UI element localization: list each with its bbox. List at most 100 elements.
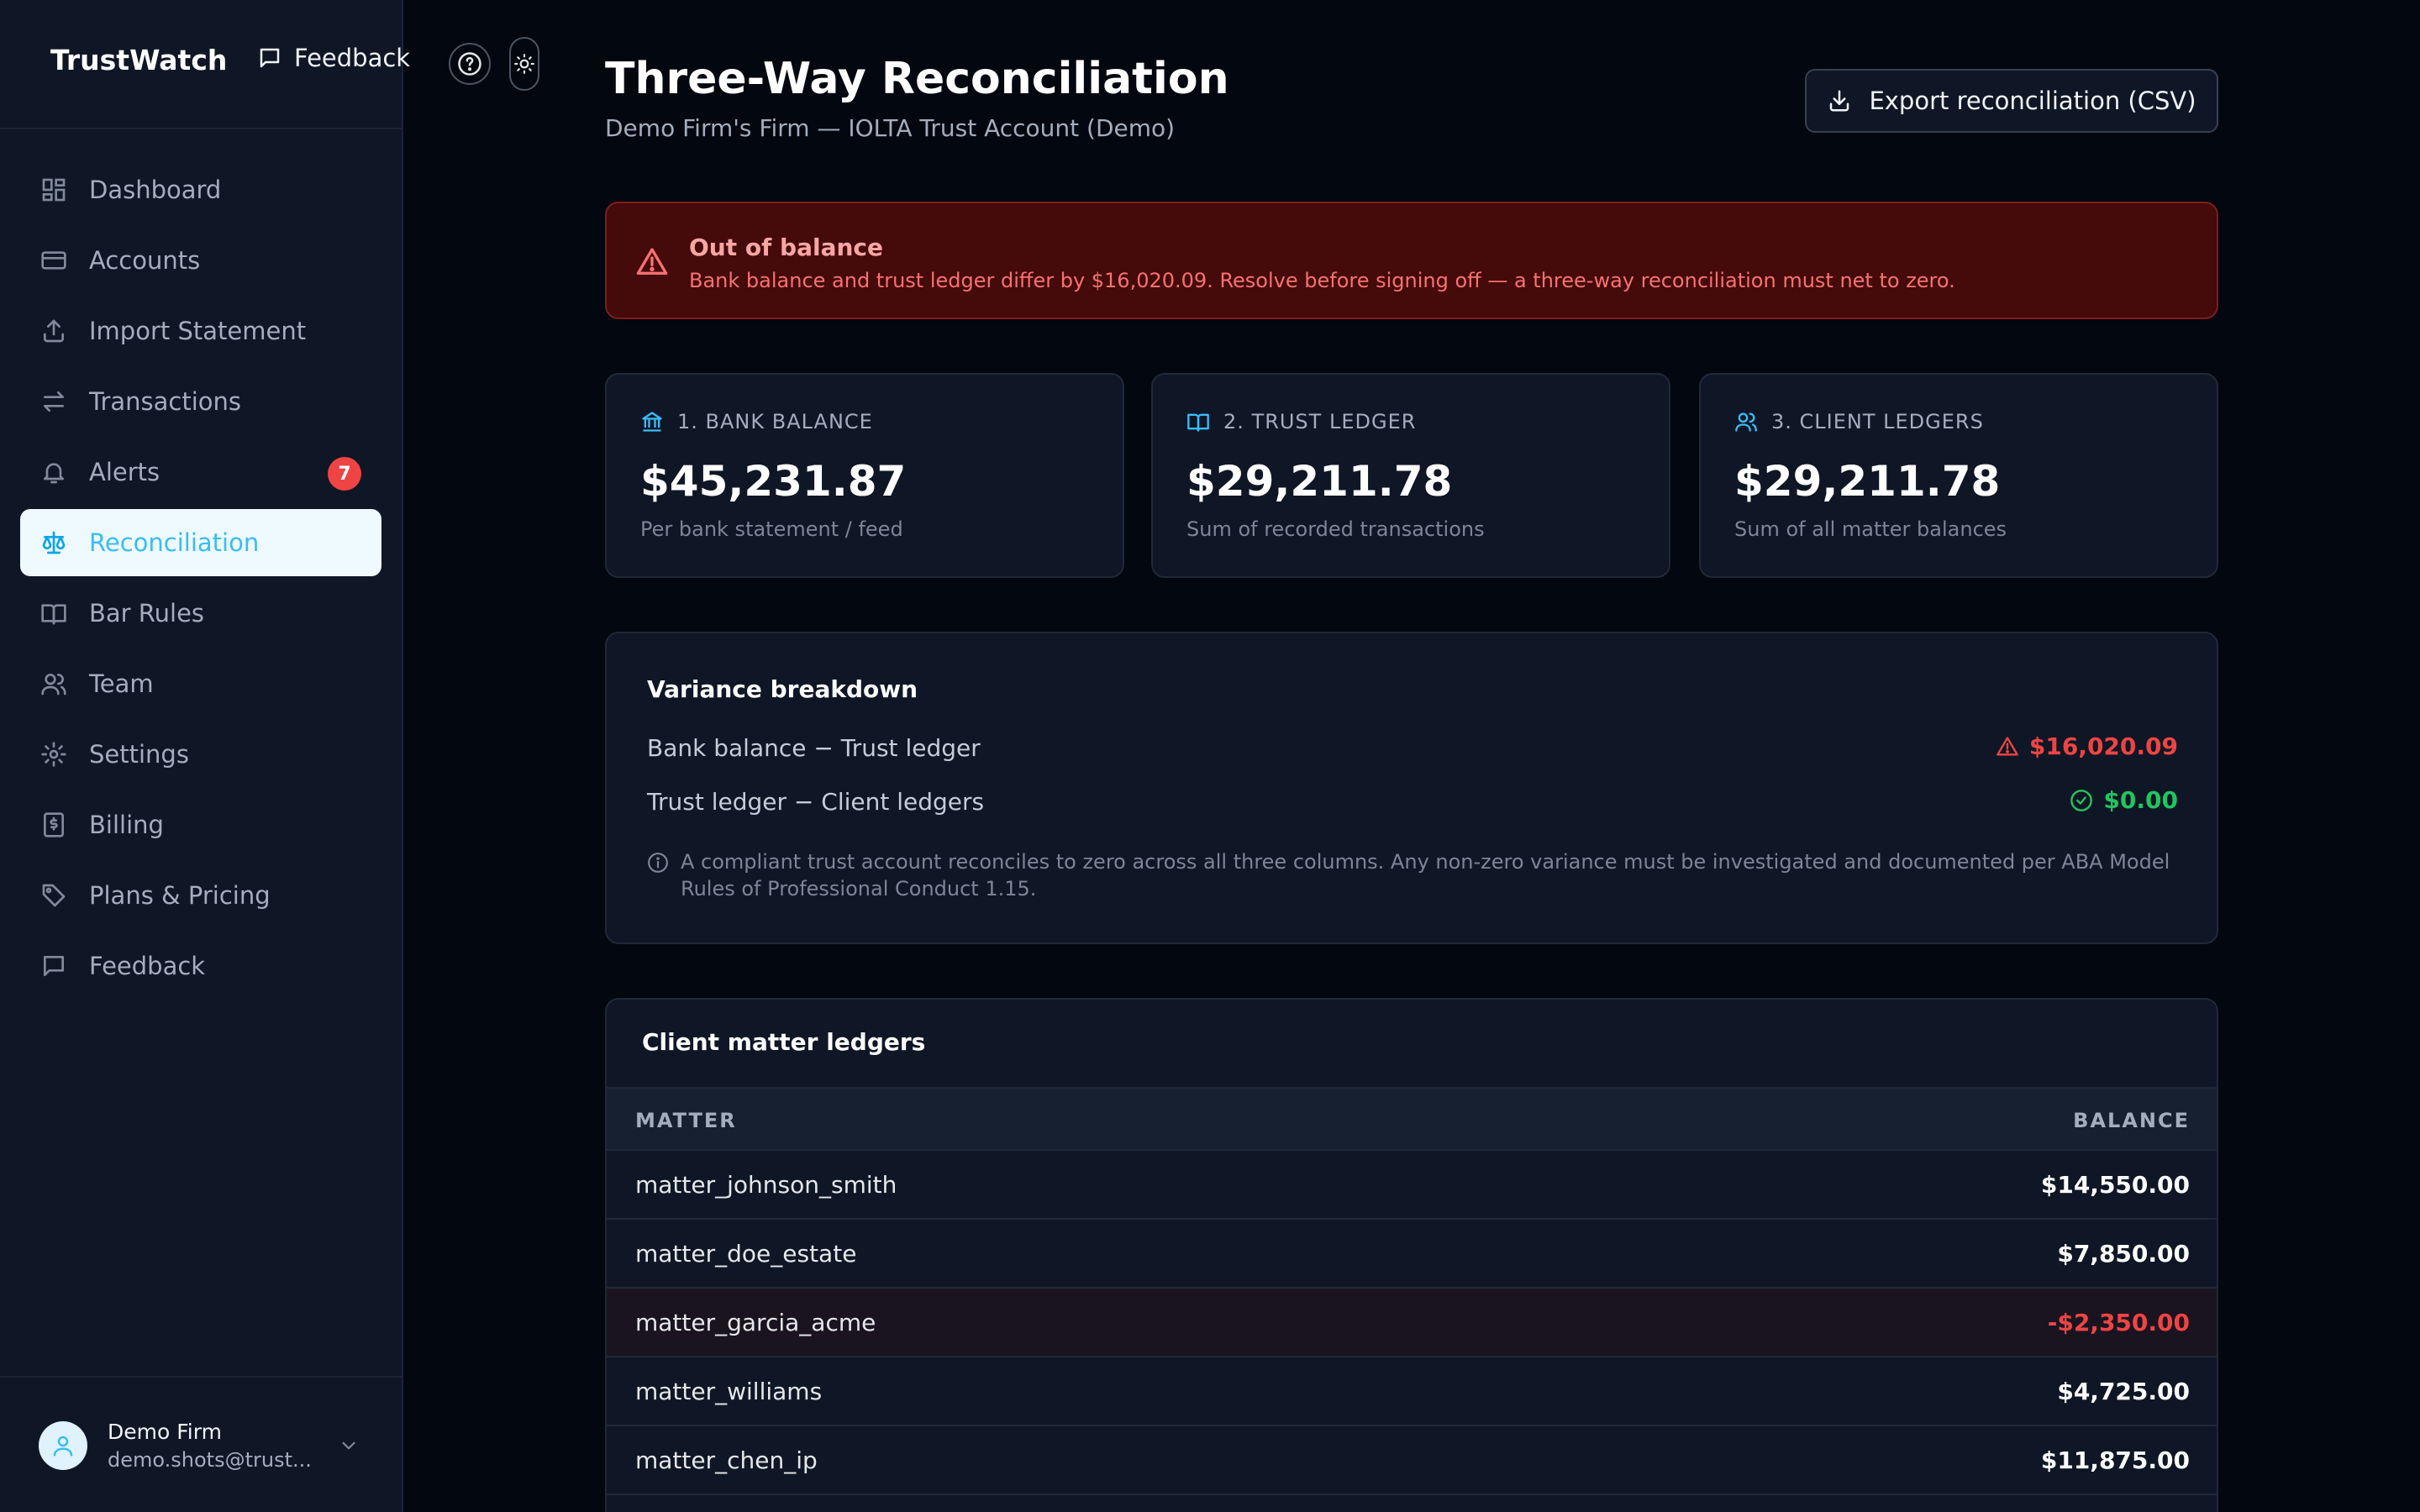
variance-label: Trust ledger − Client ledgers — [647, 788, 985, 816]
client-matter-ledgers-table: Client matter ledgers MATTER BALANCE mat… — [605, 998, 2218, 1512]
client-ledgers-value: $29,211.78 — [1734, 457, 2001, 506]
balance-cell: $14,550.00 — [2040, 1171, 2190, 1199]
grid-icon — [40, 176, 67, 203]
sidebar-item-reconciliation[interactable]: Reconciliation — [20, 509, 381, 576]
sidebar-item-label: Bar Rules — [89, 599, 205, 627]
arrows-swap-icon — [40, 388, 67, 415]
header-feedback-button[interactable]: Feedback — [257, 44, 410, 72]
users-icon — [40, 670, 67, 697]
export-csv-button[interactable]: Export reconciliation (CSV) — [1805, 69, 2218, 133]
trust-ledger-value: $29,211.78 — [1186, 457, 1453, 506]
variance-row-bank-trust: Bank balance − Trust ledger $16,020.09 — [647, 731, 2178, 768]
sidebar-item-label: Transactions — [89, 387, 242, 416]
alert-message: Bank balance and trust ledger differ by … — [689, 269, 1955, 292]
sidebar-item-label: Feedback — [89, 952, 206, 980]
tag-icon — [40, 882, 67, 909]
stat-label: 1. BANK BALANCE — [677, 410, 873, 433]
user-email: demo.shots@trust... — [108, 1448, 312, 1472]
user-menu[interactable]: Demo Firm demo.shots@trust... — [0, 1376, 402, 1512]
alerts-count-badge: 7 — [328, 457, 361, 491]
theme-toggle-button[interactable] — [509, 37, 539, 91]
column-header-balance[interactable]: BALANCE — [2073, 1109, 2190, 1132]
users-icon — [1734, 410, 1758, 433]
table-row[interactable]: matter_doe_estate $7,850.00 — [607, 1220, 2217, 1289]
brand-logo[interactable]: TrustWatch — [50, 44, 227, 76]
export-csv-label: Export reconciliation (CSV) — [1869, 87, 2196, 115]
gear-icon — [40, 741, 67, 768]
chevron-down-icon[interactable] — [338, 1435, 360, 1457]
sidebar-item-label: Plans & Pricing — [89, 881, 271, 910]
variance-value: $0.00 — [2070, 786, 2178, 814]
upload-icon — [40, 318, 67, 344]
balance-cell: -$2,350.00 — [2047, 1309, 2190, 1336]
table-row[interactable]: matter_chen_ip $11,875.00 — [607, 1426, 2217, 1495]
page-title: Three-Way Reconciliation — [605, 54, 1229, 104]
stat-caption: Sum of recorded transactions — [1186, 517, 1485, 541]
variance-title: Variance breakdown — [647, 675, 918, 703]
book-open-icon — [40, 600, 67, 627]
stat-caption: Per bank statement / feed — [640, 517, 903, 541]
sidebar-item-plans-pricing[interactable]: Plans & Pricing — [20, 862, 381, 929]
matter-cell: matter_chen_ip — [635, 1446, 818, 1474]
alert-title: Out of balance — [689, 234, 883, 261]
help-button[interactable] — [449, 43, 491, 85]
sidebar-item-accounts[interactable]: Accounts — [20, 227, 381, 294]
stat-label: 3. CLIENT LEDGERS — [1771, 410, 1984, 433]
bank-balance-value: $45,231.87 — [640, 457, 907, 506]
column-header-matter[interactable]: MATTER — [635, 1109, 737, 1132]
trust-ledger-card: 2. TRUST LEDGER $29,211.78 Sum of record… — [1151, 373, 1670, 578]
variance-amount: $16,020.09 — [2028, 732, 2178, 760]
sidebar-item-team[interactable]: Team — [20, 650, 381, 717]
sidebar-item-label: Import Statement — [89, 317, 307, 345]
stat-caption: Sum of all matter balances — [1734, 517, 2007, 541]
warning-icon — [1996, 735, 2019, 759]
sidebar-item-dashboard[interactable]: Dashboard — [20, 156, 381, 223]
message-icon — [257, 45, 282, 71]
variance-amount: $0.00 — [2103, 786, 2178, 814]
sidebar: TrustWatch Feedback Dashboard Accounts I… — [0, 0, 410, 1512]
sidebar-item-label: Dashboard — [89, 176, 222, 204]
sidebar-item-alerts[interactable]: Alerts 7 — [20, 438, 381, 506]
check-circle-icon — [2070, 789, 2093, 812]
user-icon — [53, 1436, 73, 1457]
table-row[interactable]: matter_johnson_smith $14,550.00 — [607, 1151, 2217, 1220]
matter-cell: matter_doe_estate — [635, 1240, 857, 1268]
client-ledgers-card: 3. CLIENT LEDGERS $29,211.78 Sum of all … — [1699, 373, 2218, 578]
header-feedback-label: Feedback — [294, 44, 411, 72]
table-header: MATTER BALANCE — [607, 1087, 2217, 1151]
message-icon — [40, 953, 67, 979]
matter-cell: matter_johnson_smith — [635, 1171, 897, 1199]
book-open-icon — [1186, 410, 1210, 433]
sidebar-item-settings[interactable]: Settings — [20, 721, 381, 788]
sun-icon — [514, 54, 534, 74]
sidebar-item-label: Settings — [89, 740, 189, 769]
avatar — [39, 1421, 87, 1470]
scale-icon — [40, 529, 67, 556]
table-row[interactable]: matter_williams $4,725.00 — [607, 1357, 2217, 1426]
bank-icon — [640, 410, 664, 433]
variance-breakdown-panel: Variance breakdown Bank balance − Trust … — [605, 632, 2218, 944]
variance-row-trust-client: Trust ledger − Client ledgers $0.00 — [647, 785, 2178, 822]
receipt-icon — [40, 811, 67, 838]
sidebar-item-feedback[interactable]: Feedback — [20, 932, 381, 1000]
sidebar-item-bar-rules[interactable]: Bar Rules — [20, 580, 381, 647]
sidebar-item-import-statement[interactable]: Import Statement — [20, 297, 381, 365]
variance-value: $16,020.09 — [1996, 732, 2178, 760]
table-row[interactable]: matter_garcia_acme -$2,350.00 — [607, 1289, 2217, 1357]
matter-cell: matter_williams — [635, 1378, 823, 1405]
bell-icon — [40, 459, 67, 486]
balance-cell: $11,875.00 — [2040, 1446, 2190, 1474]
sidebar-item-billing[interactable]: Billing — [20, 791, 381, 858]
sidebar-item-transactions[interactable]: Transactions — [20, 368, 381, 435]
sidebar-nav: Dashboard Accounts Import Statement Tran… — [20, 156, 381, 1003]
matter-cell: matter_garcia_acme — [635, 1309, 876, 1336]
variance-note-text: A compliant trust account reconciles to … — [681, 850, 2170, 900]
sidebar-item-label: Reconciliation — [89, 528, 260, 557]
sidebar-item-label: Billing — [89, 811, 164, 839]
balance-cell: $7,850.00 — [2057, 1240, 2190, 1268]
sidebar-item-label: Accounts — [89, 246, 201, 275]
warning-icon — [635, 245, 669, 279]
variance-note: A compliant trust account reconciles to … — [647, 848, 2178, 902]
sidebar-header: TrustWatch Feedback — [0, 0, 410, 129]
credit-card-icon — [40, 247, 67, 274]
